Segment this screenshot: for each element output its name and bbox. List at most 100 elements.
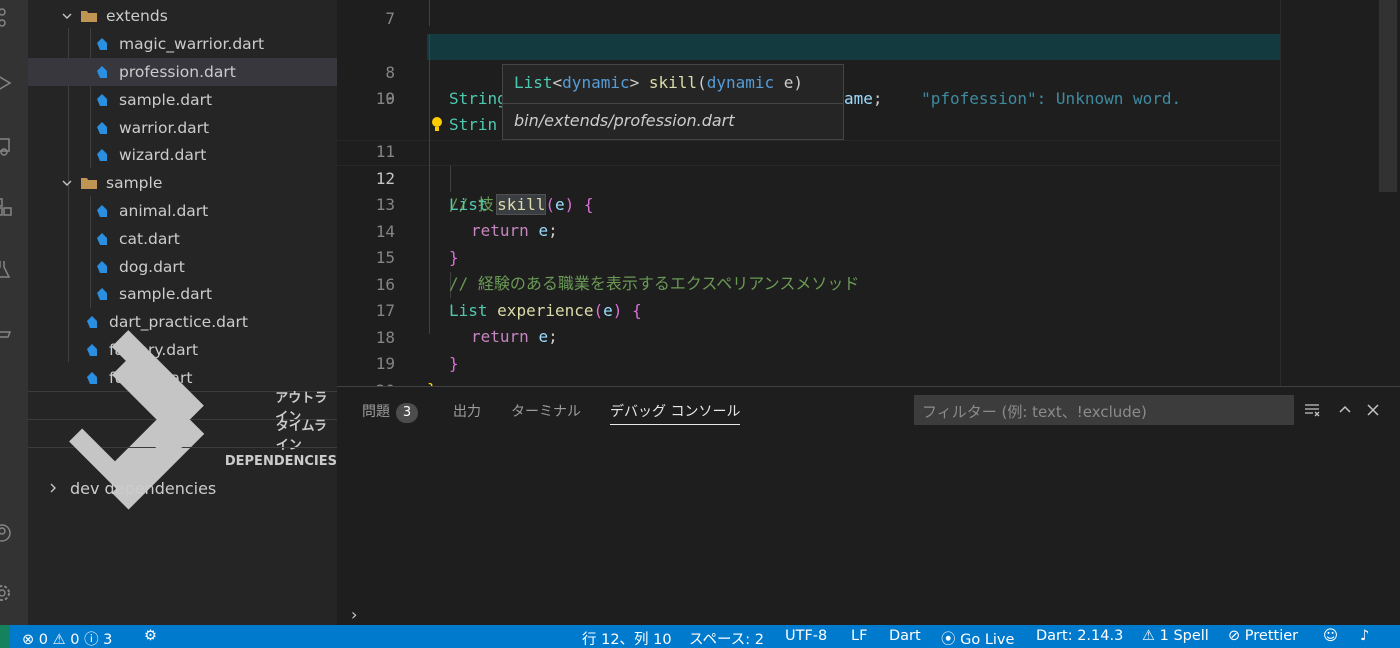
- notifications-bell-icon[interactable]: ♪: [1360, 628, 1369, 644]
- sig-token: <: [552, 73, 563, 92]
- tab-problems[interactable]: 問題 3: [362, 401, 418, 425]
- tree-label: dev dependencies: [70, 478, 217, 498]
- console-prompt[interactable]: ›: [351, 605, 357, 624]
- eol-status[interactable]: LF: [851, 628, 867, 644]
- file-item[interactable]: animal.dart: [28, 197, 337, 225]
- run-debug-icon[interactable]: [0, 72, 14, 94]
- file-item[interactable]: dog.dart: [28, 253, 337, 281]
- tab-debug-console[interactable]: デバッグ コンソール: [610, 401, 741, 425]
- code-line: 16 List experience(e) {: [337, 245, 1400, 321]
- maximize-panel-icon[interactable]: [1336, 401, 1354, 419]
- dart-version-status[interactable]: Dart: 2.14.3: [1036, 628, 1123, 644]
- line-number: 10: [375, 89, 395, 108]
- code-line: 13 return e;: [337, 165, 1400, 241]
- go-live-button[interactable]: ⦿ Go Live: [941, 628, 1014, 648]
- remote-explorer-icon[interactable]: [0, 136, 14, 158]
- problems-count-badge: 3: [396, 403, 418, 423]
- info-icon: ⓘ: [84, 632, 99, 648]
- folder-extends[interactable]: extends: [28, 2, 337, 30]
- code-line: 7: [337, 6, 1400, 33]
- file-label: cat.dart: [119, 230, 180, 248]
- file-item[interactable]: sample.dart: [28, 86, 337, 114]
- testing-icon[interactable]: [0, 258, 14, 280]
- warning-count: 0: [70, 632, 80, 648]
- cursor-position[interactable]: 行 12、列 10: [582, 628, 672, 648]
- file-item[interactable]: wizard.dart: [28, 141, 337, 169]
- sig-token: dynamic: [706, 73, 775, 92]
- problems-status[interactable]: ⊗ 0 ⚠ 0 ⓘ 3: [22, 628, 112, 648]
- warning-icon: ⚠: [52, 632, 66, 648]
- dart-file-icon: [97, 205, 107, 217]
- tab-terminal[interactable]: ターミナル: [511, 401, 581, 425]
- settings-gear-icon[interactable]: [0, 582, 14, 604]
- dart-file-icon: [97, 122, 107, 134]
- indentation-status[interactable]: スペース: 2: [689, 628, 764, 648]
- account-icon[interactable]: [0, 522, 14, 544]
- code-line: 11 // 技: [337, 112, 1400, 214]
- hover-path: bin/extends/profession.dart: [514, 111, 735, 130]
- source-control-icon[interactable]: [0, 6, 14, 28]
- code-line: 17 return e;: [337, 271, 1400, 347]
- editor-scrollbar-thumb[interactable]: [1379, 0, 1397, 192]
- tab-label: 問題: [362, 404, 390, 420]
- feedback-icon[interactable]: ☺: [1323, 628, 1338, 644]
- debug-status-icon[interactable]: ⚙: [144, 628, 157, 644]
- chevron-down-icon: [69, 428, 188, 501]
- file-label: profession.dart: [119, 63, 236, 81]
- dev-dependencies-item[interactable]: dev dependencies: [28, 474, 337, 502]
- code-line: 8 String get pfofessionName => _professi…: [337, 33, 1400, 109]
- go-live-label: Go Live: [960, 632, 1015, 648]
- activity-bar: [0, 0, 28, 625]
- extensions-icon[interactable]: [0, 196, 14, 218]
- code-line: 19 }: [337, 324, 1400, 387]
- folder-sample[interactable]: sample: [28, 169, 337, 197]
- broadcast-icon: ⦿: [941, 632, 956, 648]
- dependencies-section[interactable]: DEPENDENCIES: [28, 428, 337, 501]
- status-bar: ⊗ 0 ⚠ 0 ⓘ 3 ⚙ 行 12、列 10 スペース: 2 UTF-8 LF…: [0, 625, 1400, 648]
- folder-label: sample: [106, 174, 163, 192]
- docker-icon[interactable]: [0, 320, 14, 342]
- clear-console-icon[interactable]: [1303, 401, 1321, 419]
- chevron-right-icon: [50, 483, 56, 493]
- explorer-sidebar: extends magic_warrior.dart profession.da…: [28, 0, 337, 625]
- code-line: 9 Strin: [337, 59, 1400, 135]
- file-label: sample.dart: [119, 91, 213, 109]
- code-line: 18 }: [337, 298, 1400, 374]
- debug-console-filter-input[interactable]: フィルター (例: text、!exclude): [914, 395, 1294, 425]
- dart-file-icon: [97, 66, 107, 78]
- lightbulb-icon[interactable]: [430, 116, 444, 134]
- code-line: 20: [337, 351, 1400, 387]
- file-label: magic_warrior.dart: [119, 35, 265, 53]
- file-label: warrior.dart: [119, 119, 210, 137]
- section-title: DEPENDENCIES: [224, 454, 337, 469]
- close-panel-icon[interactable]: [1364, 401, 1382, 419]
- code-line: 12 List skill(e) {: [337, 139, 1400, 215]
- hover-tooltip: List<dynamic> skill(dynamic e) bin/exten…: [502, 64, 844, 140]
- code-editor[interactable]: 7 8 String get pfofessionName => _profes…: [337, 0, 1400, 386]
- dart-file-icon: [97, 94, 107, 106]
- file-item[interactable]: cat.dart: [28, 225, 337, 253]
- sig-token: dynamic: [562, 73, 630, 92]
- folder-open-icon: [81, 178, 97, 189]
- remote-indicator[interactable]: [0, 625, 10, 648]
- code-line: 10: [337, 86, 1400, 113]
- line-number: 20: [337, 378, 395, 387]
- minimap-border: [1280, 0, 1281, 386]
- sig-token: skill: [648, 73, 698, 92]
- sig-token: >: [629, 73, 640, 92]
- file-label: dog.dart: [119, 258, 185, 276]
- encoding-status[interactable]: UTF-8: [785, 628, 827, 644]
- language-mode[interactable]: Dart: [889, 628, 921, 644]
- sig-token: (: [697, 73, 707, 92]
- tab-output[interactable]: 出力: [453, 401, 481, 425]
- file-item[interactable]: magic_warrior.dart: [28, 30, 337, 58]
- code-line: 14 }: [337, 192, 1400, 268]
- spell-status[interactable]: ⚠ 1 Spell: [1142, 628, 1209, 644]
- dart-file-icon: [97, 261, 107, 273]
- file-item[interactable]: warrior.dart: [28, 114, 337, 142]
- sig-token: List: [514, 73, 553, 92]
- prettier-status[interactable]: ⊘ Prettier: [1228, 628, 1298, 644]
- error-count: 0: [38, 632, 48, 648]
- sig-token: ): [793, 73, 804, 92]
- file-item-selected[interactable]: profession.dart: [28, 58, 337, 86]
